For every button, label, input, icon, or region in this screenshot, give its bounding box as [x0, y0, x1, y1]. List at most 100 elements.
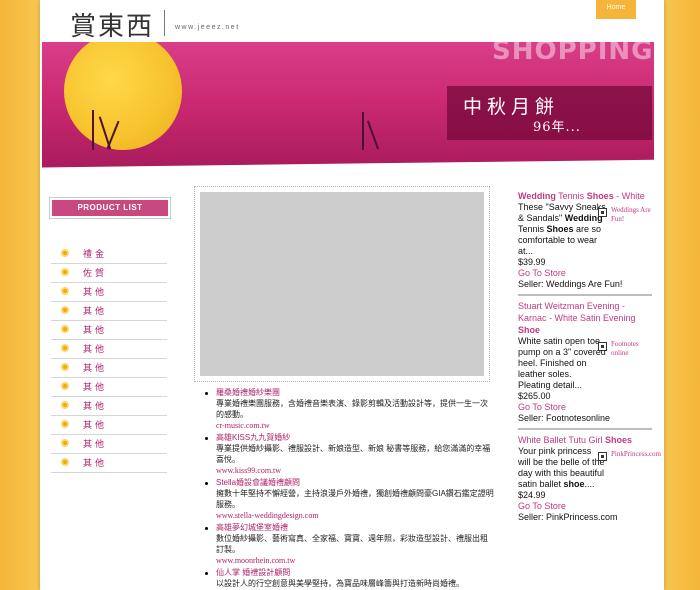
bullet-icon [61, 363, 69, 371]
product-seller: Seller: Weddings Are Fun! [518, 279, 623, 289]
banner-watermark: SHOPPING [492, 42, 654, 66]
product-title-link[interactable]: Wedding Tennis Shoes - White [518, 190, 652, 202]
product-list-title: PRODUCT LIST [52, 200, 168, 216]
page-container: 賞東西 www.jeeez.net Home SHOPPING 中秋月餅 96年… [40, 0, 664, 590]
desc-keyword: Shoes [546, 224, 574, 234]
seller-logo-name: Weddings Are Fun! [611, 206, 651, 223]
ad-description: 數位婚紗攝影、藝術寫真、全家福、寶寶、週年照，彩妝造型設計、禮服出租訂製。 [216, 534, 488, 554]
product-title-link[interactable]: Stuart Weitzman Evening - Karnac - White… [518, 300, 652, 336]
banner-caption-box: 中秋月餅 96年... [447, 86, 652, 140]
product-card: Stuart Weitzman Evening - Karnac - White… [518, 300, 652, 430]
ad-description: 專業婚禮樂團服務，含婚禮音樂表演、錄影剪輯及活動設計等，提供一生一次的感動。 [216, 399, 488, 419]
image-icon [598, 452, 607, 461]
category-label: 其他 [83, 326, 108, 336]
list-item: 羅桑婚禮婚紗樂團 專業婚禮樂團服務，含婚禮音樂表演、錄影剪輯及活動設計等，提供一… [204, 387, 494, 431]
logo-divider [164, 10, 165, 36]
category-label: 其他 [83, 421, 108, 431]
tree-silhouette [362, 112, 364, 150]
category-label: 禮金 [83, 250, 108, 260]
category-item[interactable]: 其他 [51, 302, 167, 321]
ad-title-link[interactable]: 高雄夢幻城堡室婚禮 [216, 522, 494, 533]
product-description: These "Savvy Sneaks & Sandals" Wedding T… [518, 202, 606, 257]
category-item[interactable]: 其他 [51, 378, 167, 397]
desc-keyword: Wedding [564, 213, 603, 223]
category-item[interactable]: 其他 [51, 454, 167, 473]
category-label: 佐賀 [83, 269, 108, 279]
title-text: Tennis [555, 191, 587, 201]
banner-subtitle: 96年... [533, 120, 581, 135]
category-label: 其他 [83, 364, 108, 374]
list-item: 高雄KISS九九賀婚紗 專業提供婚紗攝影、禮服設計、新娘造型、新娘 秘書等服務，… [204, 432, 494, 476]
ad-url-link[interactable]: www.stella-weddingdesign.com [216, 510, 494, 521]
bullet-icon [61, 401, 69, 409]
category-item[interactable]: 其他 [51, 435, 167, 454]
bullet-icon [61, 344, 69, 352]
bullet-icon [61, 306, 69, 314]
title-keyword: Shoes [586, 191, 614, 201]
category-label: 其他 [83, 288, 108, 298]
product-seller: Seller: PinkPrincess.com [518, 512, 618, 522]
category-item[interactable]: 其他 [51, 397, 167, 416]
category-label: 其他 [83, 402, 108, 412]
category-label: 其他 [83, 345, 108, 355]
ad-title-link[interactable]: 仙人掌 婚禮設計顧問 [216, 567, 494, 578]
banner-title: 中秋月餅 [463, 96, 560, 118]
ad-url-link[interactable]: www.moonrhein.com.tw [216, 555, 494, 566]
photo-frame [194, 186, 490, 382]
category-item[interactable]: 其他 [51, 283, 167, 302]
banner: SHOPPING 中秋月餅 96年... [42, 42, 654, 170]
product-description: Your pink princess will be the belle of … [518, 446, 606, 490]
title-keyword: Shoes [605, 435, 633, 445]
product-card: Wedding Tennis Shoes - White Weddings Ar… [518, 190, 652, 296]
desc-keyword: shoe [563, 479, 585, 489]
seller-logo-name: Footnotes online [611, 340, 639, 357]
category-label: 其他 [83, 459, 108, 469]
product-results: Wedding Tennis Shoes - White Weddings Ar… [518, 189, 661, 590]
go-to-store-link[interactable]: Go To Store [518, 501, 652, 512]
site-logo[interactable]: 賞東西 [70, 6, 154, 43]
category-label: 其他 [83, 440, 108, 450]
go-to-store-link[interactable]: Go To Store [518, 402, 652, 413]
ad-title-link[interactable]: 羅桑婚禮婚紗樂團 [216, 387, 494, 398]
desc-text: Tennis [518, 224, 547, 234]
product-list-heading: PRODUCT LIST [49, 197, 171, 219]
product-price: $265.00 [518, 391, 551, 401]
go-to-store-link[interactable]: Go To Store [518, 268, 652, 279]
bullet-icon [61, 268, 69, 276]
bullet-icon [61, 439, 69, 447]
bullet-icon [61, 420, 69, 428]
image-icon [598, 342, 607, 351]
seller-logo-name: PinkPrincess.com [611, 450, 661, 458]
category-item[interactable]: 其他 [51, 321, 167, 340]
ad-title-link[interactable]: Stella婚設會議婚禮顧問 [216, 477, 494, 488]
category-item[interactable]: 其他 [51, 416, 167, 435]
ad-description: 擁數十年堅持不懈經營，主持浪漫戶外婚禮，獨創婚禮顧問豪GIA鑽石鑑定證明服務。 [216, 489, 494, 509]
product-title-link[interactable]: White Ballet Tutu Girl Shoes [518, 434, 652, 446]
ad-description: 專業提供婚紗攝影、禮服設計、新娘造型、新娘 秘書等服務，給您滿滿的幸福喜悅。 [216, 444, 491, 464]
category-list: 禮金 佐賀 其他 其他 其他 其他 其他 其他 其他 其他 其他 其他 [51, 245, 167, 473]
category-item[interactable]: 禮金 [51, 245, 167, 264]
title-keyword: Shoe [518, 325, 541, 335]
title-keyword: Wedding [518, 191, 556, 201]
category-item[interactable]: 其他 [51, 359, 167, 378]
photo-placeholder [200, 192, 484, 376]
ad-url-link[interactable]: www.kiss99.com.tw [216, 465, 494, 476]
list-item: 高雄夢幻城堡室婚禮 數位婚紗攝影、藝術寫真、全家福、寶寶、週年照，彩妝造型設計、… [204, 522, 494, 566]
ad-title-link[interactable]: 高雄KISS九九賀婚紗 [216, 432, 494, 443]
product-description: White satin open toe pump on a 3" covere… [518, 336, 606, 390]
home-tab[interactable]: Home [596, 0, 636, 19]
list-item: 仙人掌 婚禮設計顧問 以設計人的行空創意與美學堅持，為寶品味層峰籌與打造新時尚婚… [204, 567, 494, 589]
title-text: - White [613, 191, 645, 201]
bullet-icon [61, 325, 69, 333]
product-seller: Seller: Footnotesonline [518, 413, 611, 423]
title-text: White Ballet Tutu Girl [518, 435, 606, 445]
image-icon [598, 208, 607, 217]
category-item[interactable]: 佐賀 [51, 264, 167, 283]
ad-url-link[interactable]: cr-music.com.tw [216, 420, 494, 431]
category-item[interactable]: 其他 [51, 340, 167, 359]
tree-silhouette [92, 110, 94, 150]
bullet-icon [61, 458, 69, 466]
product-price: $24.99 [518, 490, 546, 500]
bullet-icon [61, 249, 69, 257]
bullet-icon [61, 382, 69, 390]
